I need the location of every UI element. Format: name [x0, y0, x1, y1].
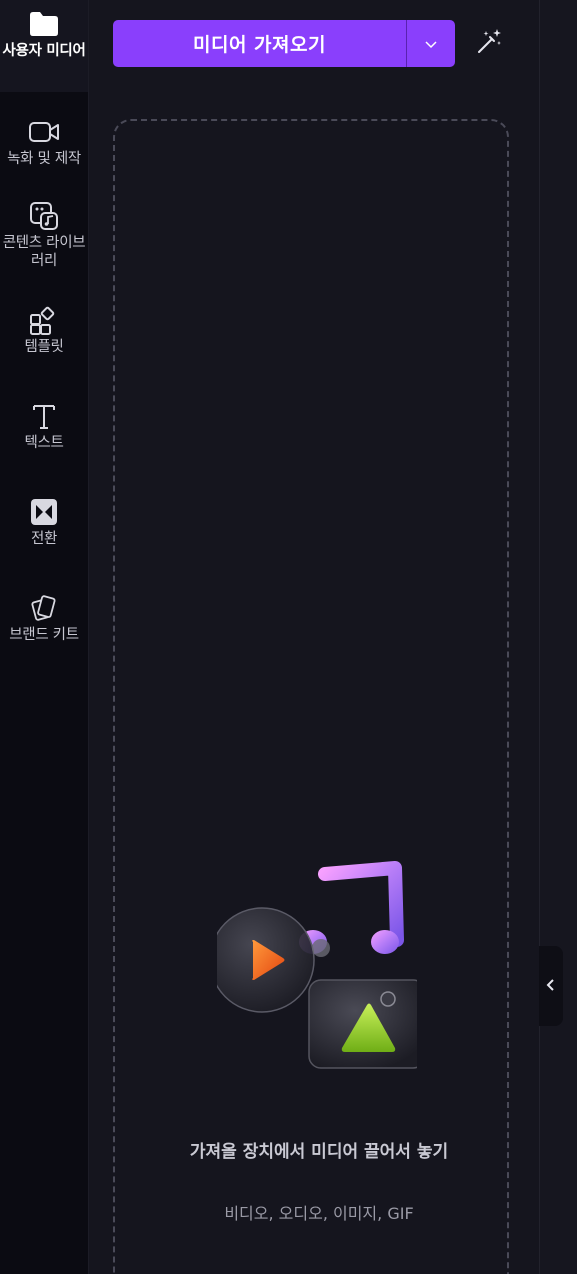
transition-icon [28, 496, 60, 528]
sidebar-item-your-media[interactable]: 사용자 미디어 [0, 0, 88, 92]
app-window: 사용자 미디어 녹화 및 제작 콘텐츠 라이브러리 템플릿 텍스트 전환 브랜드… [0, 0, 577, 1274]
sidebar-item-record-create[interactable]: 녹화 및 제작 [0, 108, 88, 178]
import-options-dropdown-button[interactable] [407, 20, 455, 67]
media-panel: 미디어 가져오기 가져올 장치에서 미디어 끌어서 놓기 비디오, 오디오, 이… [89, 0, 539, 1274]
brand-kit-icon [28, 592, 60, 624]
content-library-icon [28, 200, 60, 232]
sidebar-item-label: 텍스트 [24, 435, 64, 451]
magic-wand-icon [475, 26, 505, 60]
media-drop-zone[interactable] [113, 119, 509, 1274]
folder-icon [28, 8, 60, 40]
sidebar-item-label: 콘텐츠 라이브러리 [2, 235, 86, 269]
drop-zone-title: 가져올 장치에서 미디어 끌어서 놓기 [189, 1142, 449, 1162]
text-icon [28, 400, 60, 432]
media-illustration [209, 860, 426, 1080]
sidebar-item-text[interactable]: 텍스트 [0, 392, 88, 462]
right-panel-background [539, 0, 577, 1274]
sidebar-item-templates[interactable]: 템플릿 [0, 296, 88, 366]
collapse-panel-button[interactable] [539, 946, 563, 1026]
sidebar-item-content-library[interactable]: 콘텐츠 라이브러리 [0, 192, 88, 282]
drop-zone-supported-formats: 비디오, 오디오, 이미지, GIF [224, 1204, 414, 1223]
sidebar-item-label: 녹화 및 제작 [7, 151, 81, 167]
sidebar-item-label: 전환 [30, 531, 58, 547]
video-camera-icon [28, 116, 60, 148]
sidebar-item-transitions[interactable]: 전환 [0, 488, 88, 558]
chevron-down-icon [424, 34, 438, 53]
templates-icon [28, 304, 60, 336]
sidebar-item-label: 사용자 미디어 [2, 43, 86, 59]
right-panel-strip [539, 0, 577, 1274]
sidebar-item-label: 브랜드 키트 [9, 627, 79, 643]
left-nav-rail: 사용자 미디어 녹화 및 제작 콘텐츠 라이브러리 템플릿 텍스트 전환 브랜드… [0, 0, 89, 1274]
chevron-left-icon [546, 977, 556, 996]
sidebar-item-brand-kit[interactable]: 브랜드 키트 [0, 584, 88, 654]
import-media-button[interactable]: 미디어 가져오기 [113, 20, 406, 67]
import-media-split-button: 미디어 가져오기 [113, 20, 455, 67]
magic-wand-button[interactable] [473, 26, 507, 60]
sidebar-item-label: 템플릿 [24, 339, 64, 355]
